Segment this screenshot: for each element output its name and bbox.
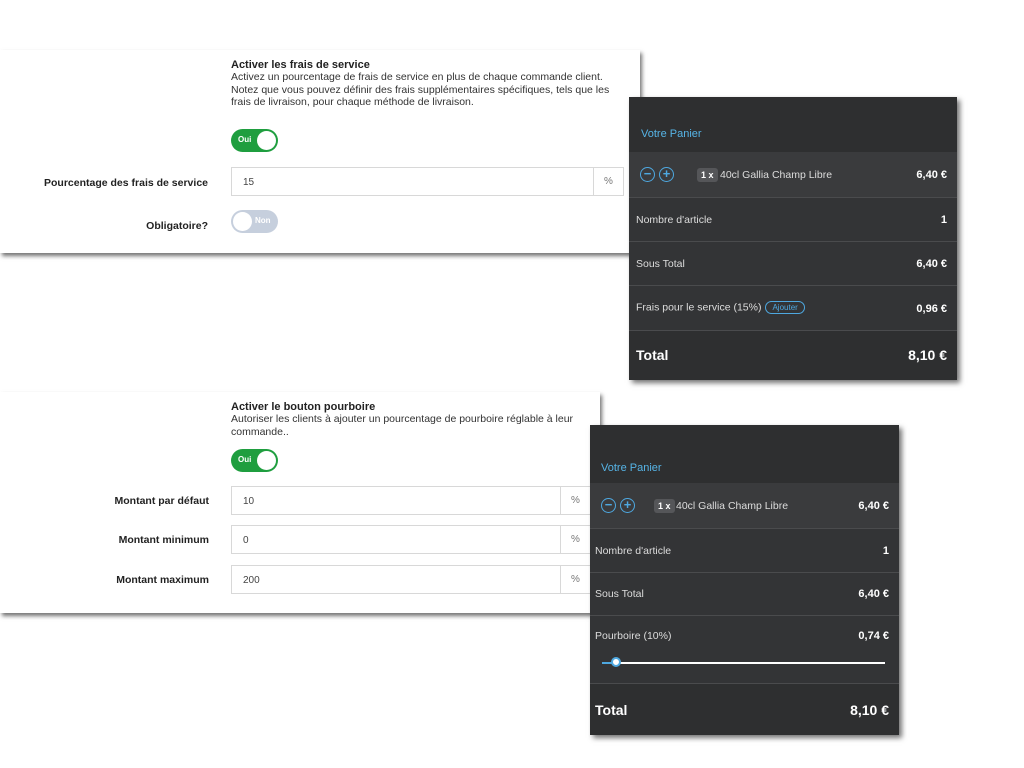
subtotal-value: 6,40 € xyxy=(916,258,947,270)
minimum-amount-label: Montant minimum xyxy=(118,534,209,546)
mandatory-toggle[interactable]: Non xyxy=(231,210,278,233)
item-count-row: Nombre d'article 1 xyxy=(629,197,957,241)
minus-circle-icon[interactable]: − xyxy=(601,498,616,513)
service-fee-line: Frais pour le service (15%) Ajouter xyxy=(636,301,805,314)
subtotal-row: Sous Total 6,40 € xyxy=(629,241,957,285)
cart-title: Votre Panier xyxy=(641,128,702,140)
item-count-value: 1 xyxy=(940,214,947,226)
service-fee-title: Activer les frais de service xyxy=(231,59,370,71)
total-label: Total xyxy=(636,347,669,363)
toggle-knob xyxy=(257,451,276,470)
item-name: 40cl Gallia Champ Libre xyxy=(676,500,789,512)
tip-enable-toggle[interactable]: Oui xyxy=(231,449,278,472)
default-amount-input[interactable]: 10 % xyxy=(231,486,591,515)
item-count-value: 1 xyxy=(882,545,889,557)
total-label: Total xyxy=(595,702,628,718)
input-value: 0 xyxy=(243,535,249,546)
total-value: 8,10 € xyxy=(908,347,947,363)
tip-header: Activer le bouton pourboire Autoriser le… xyxy=(231,401,591,438)
subtotal-value: 6,40 € xyxy=(858,588,889,600)
tip-settings-panel: Activer le bouton pourboire Autoriser le… xyxy=(0,392,600,613)
input-value: 10 xyxy=(243,496,255,507)
cart-title: Votre Panier xyxy=(601,462,662,474)
item-count-row: Nombre d'article 1 xyxy=(590,528,899,572)
cart-header: Votre Panier xyxy=(590,425,899,483)
service-fee-label: Frais pour le service (15%) xyxy=(636,301,762,314)
mandatory-label: Obligatoire? xyxy=(146,220,208,232)
service-fee-percentage-label: Pourcentage des frais de service xyxy=(44,177,208,189)
add-service-fee-button[interactable]: Ajouter xyxy=(765,301,805,314)
service-fee-settings-panel: Activer les frais de service Activez un … xyxy=(0,50,640,253)
tip-title: Activer le bouton pourboire xyxy=(231,401,376,413)
maximum-amount-input[interactable]: 200 % xyxy=(231,565,591,594)
subtotal-label: Sous Total xyxy=(636,258,685,270)
percent-suffix: % xyxy=(593,168,623,195)
toggle-knob xyxy=(233,212,252,231)
tip-description-line: Autoriser les clients à ajouter un pourc… xyxy=(231,413,574,425)
service-fee-row: Frais pour le service (15%) Ajouter 0,96 … xyxy=(629,285,957,330)
service-fee-value: 0,96 € xyxy=(916,303,947,315)
tip-label: Pourboire (10%) xyxy=(595,630,672,642)
service-fee-description-line: Activez un pourcentage de frais de servi… xyxy=(231,71,603,83)
quantity-badge: 1 x xyxy=(654,499,675,513)
tip-slider-handle[interactable] xyxy=(611,657,622,667)
toggle-state-label: Oui xyxy=(238,135,252,144)
input-value: 200 xyxy=(243,575,260,586)
percent-suffix: % xyxy=(560,487,590,514)
service-fee-enable-toggle[interactable]: Oui xyxy=(231,129,278,152)
percent-suffix: % xyxy=(560,566,590,593)
input-value: 15 xyxy=(243,177,255,188)
toggle-state-label: Oui xyxy=(238,455,252,464)
cart-item-row: − + 1 x 40cl Gallia Champ Libre 6,40 € xyxy=(590,483,899,528)
quantity-badge: 1 x xyxy=(697,168,718,182)
service-fee-percentage-input[interactable]: 15 % xyxy=(231,167,624,196)
service-fee-header: Activer les frais de service Activez un … xyxy=(231,59,631,109)
total-row: Total 8,10 € xyxy=(590,683,899,735)
tip-slider-track[interactable] xyxy=(602,662,885,664)
subtotal-label: Sous Total xyxy=(595,588,644,600)
item-count-label: Nombre d'article xyxy=(636,214,713,226)
plus-circle-icon[interactable]: + xyxy=(659,167,674,182)
item-price: 6,40 € xyxy=(916,169,947,181)
item-count-label: Nombre d'article xyxy=(595,545,672,557)
default-amount-label: Montant par défaut xyxy=(114,495,210,507)
tip-description-line: commande.. xyxy=(231,425,289,438)
item-price: 6,40 € xyxy=(858,500,889,512)
cart-preview-tip: Votre Panier − + 1 x 40cl Gallia Champ L… xyxy=(590,425,899,735)
subtotal-row: Sous Total 6,40 € xyxy=(590,572,899,615)
plus-circle-icon[interactable]: + xyxy=(620,498,635,513)
toggle-knob xyxy=(257,131,276,150)
tip-value: 0,74 € xyxy=(858,630,889,642)
total-value: 8,10 € xyxy=(850,702,889,718)
cart-item-row: − + 1 x 40cl Gallia Champ Libre 6,40 € xyxy=(629,152,957,197)
service-fee-description-line: frais de livraison, pour chaque méthode … xyxy=(231,96,474,108)
toggle-state-label: Non xyxy=(255,216,271,225)
minus-circle-icon[interactable]: − xyxy=(640,167,655,182)
percent-suffix: % xyxy=(560,526,590,553)
item-name: 40cl Gallia Champ Libre xyxy=(720,169,833,181)
total-row: Total 8,10 € xyxy=(629,330,957,380)
cart-preview-service-fee: Votre Panier − + 1 x 40cl Gallia Champ L… xyxy=(629,97,957,380)
maximum-amount-label: Montant maximum xyxy=(116,574,209,586)
minimum-amount-input[interactable]: 0 % xyxy=(231,525,591,554)
service-fee-description-line: Notez que vous pouvez définir des frais … xyxy=(231,83,610,96)
cart-header: Votre Panier xyxy=(629,97,957,152)
tip-row: Pourboire (10%) 0,74 € xyxy=(590,615,899,683)
